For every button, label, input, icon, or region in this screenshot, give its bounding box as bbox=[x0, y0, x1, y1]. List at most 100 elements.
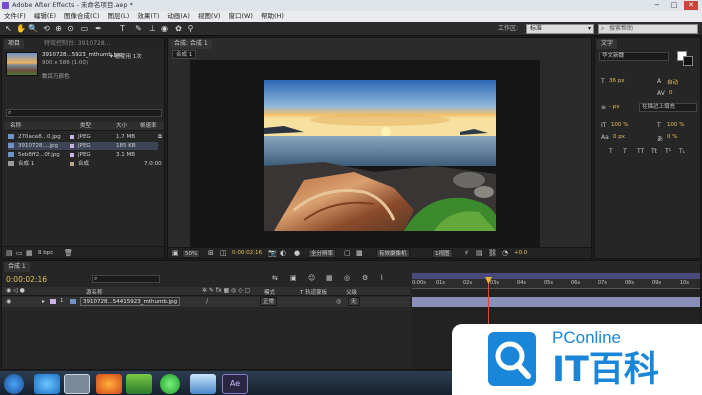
vertical-scale-value[interactable]: 100 % bbox=[611, 122, 628, 128]
col-size[interactable]: 大小 bbox=[116, 121, 127, 131]
expand-arrow-icon[interactable]: ▸ bbox=[42, 298, 45, 305]
show-snapshot-icon[interactable]: ◐ bbox=[280, 249, 286, 257]
channel-icon[interactable]: ● bbox=[294, 249, 300, 257]
tab-composition[interactable]: 合成: 合成 1 bbox=[170, 39, 212, 49]
superscript-button[interactable]: T¹ bbox=[665, 148, 671, 155]
list-item[interactable]: 270ace8...0.jpg JPEG 1.7 MB ⧉ bbox=[8, 133, 162, 141]
eye-icon[interactable]: ◉ bbox=[6, 298, 11, 305]
small-caps-button[interactable]: Tt bbox=[651, 148, 657, 155]
maximize-button[interactable]: □ bbox=[667, 1, 681, 10]
media-player-icon[interactable] bbox=[126, 374, 152, 394]
interpret-footage-icon[interactable]: ▤ bbox=[6, 249, 13, 257]
always-preview-icon[interactable]: ▣ bbox=[172, 249, 179, 257]
roto-brush-tool-icon[interactable]: ✿ bbox=[174, 24, 183, 34]
rotate-tool-icon[interactable]: ⟲ bbox=[42, 24, 51, 34]
col-source-name[interactable]: 源名称 bbox=[86, 288, 103, 296]
tsume-value[interactable]: 0 % bbox=[667, 134, 677, 140]
puppet-tool-icon[interactable]: ⚲ bbox=[186, 24, 195, 34]
zoom-tool-icon[interactable]: 🔍 bbox=[28, 24, 38, 34]
trash-icon[interactable]: 🗑 bbox=[64, 249, 73, 257]
region-of-interest-icon[interactable]: ▢ bbox=[344, 249, 351, 257]
current-time-display[interactable]: 0:00:02:16 bbox=[232, 250, 262, 256]
time-ruler[interactable]: 0:00s 01s 02s 03s 04s 05s 06s 07s 08s 09… bbox=[412, 279, 700, 289]
font-family-select[interactable]: 华文新魏 bbox=[599, 52, 669, 61]
menu-window[interactable]: 窗口(W) bbox=[224, 11, 257, 22]
search-help-input[interactable]: ⌕ 搜索帮助 bbox=[598, 24, 698, 34]
quality-switch-icon[interactable]: / bbox=[206, 298, 208, 305]
exposure-value[interactable]: +0.0 bbox=[514, 250, 527, 256]
layer-duration-bar[interactable] bbox=[412, 297, 700, 307]
tab-project[interactable]: 项目 bbox=[4, 39, 25, 49]
zoom-select[interactable]: 50% bbox=[182, 249, 201, 258]
menu-animation[interactable]: 动画(A) bbox=[163, 11, 194, 22]
after-effects-taskbar-icon[interactable]: Ae bbox=[222, 374, 248, 394]
tab-timeline[interactable]: 合成 1 bbox=[4, 262, 30, 272]
browser-icon[interactable] bbox=[160, 374, 180, 394]
list-item[interactable]: 合成 1 合成 7.0:00 bbox=[8, 160, 162, 168]
brainstorm-icon[interactable]: ⚙ bbox=[362, 274, 368, 282]
text-tool-icon[interactable]: T bbox=[118, 24, 127, 34]
comp-mini-flowchart-icon[interactable]: ⇆ bbox=[272, 274, 278, 282]
layer-name[interactable]: 3910728...54415923_mthumb.jpg bbox=[80, 297, 181, 306]
menu-composition[interactable]: 图像合成(C) bbox=[60, 11, 104, 22]
tab-character[interactable]: 文字 bbox=[597, 39, 618, 49]
brush-tool-icon[interactable]: ✎ bbox=[134, 24, 143, 34]
workspace-select[interactable]: 标准 ▾ bbox=[526, 24, 594, 34]
font-size-value[interactable]: 36 px bbox=[609, 78, 625, 84]
menu-layer[interactable]: 图层(L) bbox=[104, 11, 134, 22]
faux-bold-button[interactable]: T bbox=[609, 148, 613, 155]
new-folder-icon[interactable]: ▭ bbox=[16, 249, 23, 257]
camera-tool-icon[interactable]: ⊕ bbox=[54, 24, 63, 34]
composition-viewer[interactable] bbox=[190, 60, 540, 250]
project-search-input[interactable]: ⌕ bbox=[6, 109, 162, 117]
reset-exposure-icon[interactable]: ◔ bbox=[502, 249, 508, 257]
mask-visibility-icon[interactable]: ◫ bbox=[220, 249, 227, 257]
frame-blending-icon[interactable]: ▦ bbox=[326, 274, 333, 282]
snapshot-icon[interactable]: 📷 bbox=[268, 249, 277, 257]
menu-help[interactable]: 帮助(H) bbox=[257, 11, 288, 22]
timeline-search-input[interactable]: ⌕ bbox=[92, 275, 160, 283]
explorer-icon[interactable] bbox=[64, 374, 90, 394]
menu-edit[interactable]: 编辑(E) bbox=[30, 11, 60, 22]
resolution-select[interactable]: 全分辨率 bbox=[308, 249, 337, 258]
stroke-color-swatch[interactable] bbox=[683, 56, 693, 66]
col-mode[interactable]: 模式 bbox=[264, 288, 275, 296]
col-type[interactable]: 类型 bbox=[80, 121, 91, 131]
app-icon[interactable] bbox=[190, 374, 216, 394]
firefox-icon[interactable] bbox=[96, 374, 122, 394]
baseline-shift-value[interactable]: 0 px bbox=[613, 134, 625, 140]
clone-tool-icon[interactable]: ⊥ bbox=[148, 24, 157, 34]
list-item[interactable]: 3910728....jpg JPEG 185 KB bbox=[8, 142, 158, 150]
tab-effect-controls[interactable]: 特效控制台: 3910728... bbox=[40, 39, 162, 49]
pan-behind-tool-icon[interactable]: ⊙ bbox=[66, 24, 75, 34]
camera-select[interactable]: 有效摄像机 bbox=[376, 249, 410, 258]
layer-row[interactable]: ◉ ▸ 1 3910728...54415923_mthumb.jpg / 正常… bbox=[2, 297, 410, 307]
eraser-tool-icon[interactable]: ◉ bbox=[160, 24, 169, 34]
timeline-icon[interactable]: ▤ bbox=[476, 249, 483, 257]
tracking-value[interactable]: 0 bbox=[669, 90, 673, 96]
graph-editor-icon[interactable]: ⌇ bbox=[380, 274, 383, 282]
close-button[interactable]: ✕ bbox=[684, 1, 698, 10]
menu-view[interactable]: 视图(V) bbox=[194, 11, 225, 22]
timeline-timecode[interactable]: 0:00:02:16 bbox=[6, 275, 47, 284]
pick-whip-icon[interactable]: ◎ bbox=[336, 298, 341, 305]
start-button[interactable] bbox=[4, 374, 24, 394]
leading-value[interactable]: 自动 bbox=[667, 78, 678, 86]
fast-previews-icon[interactable]: ⚡ bbox=[464, 249, 469, 257]
ie-icon[interactable] bbox=[34, 374, 60, 394]
minimize-button[interactable]: − bbox=[650, 1, 664, 10]
composition-breadcrumb[interactable]: 合成 1 bbox=[172, 50, 197, 59]
hand-tool-icon[interactable]: ✋ bbox=[16, 24, 26, 34]
motion-blur-icon[interactable]: ◎ bbox=[344, 274, 350, 282]
col-parent[interactable]: 父级 bbox=[346, 288, 357, 296]
col-track-matte[interactable]: T 轨道蒙板 bbox=[300, 288, 327, 296]
all-caps-button[interactable]: TT bbox=[637, 148, 644, 155]
layer-mode-select[interactable]: 正常 bbox=[260, 297, 278, 306]
draft-3d-icon[interactable]: ▣ bbox=[290, 274, 297, 282]
subscript-button[interactable]: T₁ bbox=[679, 148, 685, 155]
bit-depth-button[interactable]: 8 bpc bbox=[38, 250, 53, 256]
col-fps[interactable]: 帧速率 bbox=[140, 121, 157, 131]
pen-tool-icon[interactable]: ✒ bbox=[94, 24, 103, 34]
list-item[interactable]: 5eb8ff2...0f.jpg JPEG 3.1 MB bbox=[8, 151, 158, 159]
transparency-grid-icon[interactable]: ▩ bbox=[356, 249, 363, 257]
